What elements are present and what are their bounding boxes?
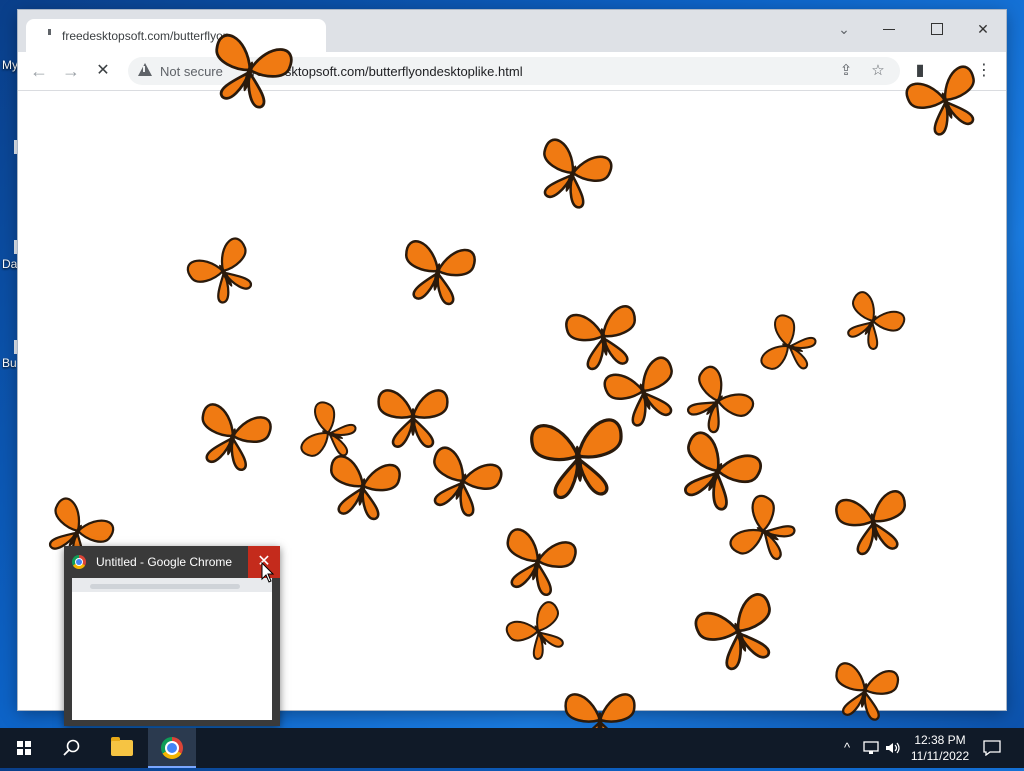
share-icon[interactable]: ⇪ [836,61,856,81]
chrome-icon [161,737,183,759]
desktop-icon-label[interactable]: My [2,58,18,72]
taskbar: ^ 12:38 PM 11/11/2022 [0,728,1024,768]
butterfly-icon [506,528,577,596]
clock[interactable]: 12:38 PM 11/11/2022 [902,732,978,764]
kebab-menu-icon[interactable]: ⋮ [974,61,994,81]
close-window-button[interactable]: ✕ [972,18,994,40]
butterfly-icon [377,389,449,448]
clock-date: 11/11/2022 [910,749,970,763]
notification-icon [983,740,1001,757]
butterfly-icon [201,403,272,471]
start-button[interactable] [0,728,48,768]
clock-time: 12:38 PM [914,733,966,747]
mouse-cursor-icon [261,562,275,583]
butterfly-icon [684,431,763,511]
butterfly-icon [530,418,623,499]
minimize-button[interactable] [878,18,900,40]
loading-favicon-icon [48,29,51,35]
butterfly-icon [186,237,252,304]
butterfly-icon [405,240,476,305]
address-bar[interactable]: Not secure freedesktopsoft.com/butterfly… [128,57,900,85]
tray-chevron-up-icon[interactable]: ^ [838,739,856,757]
desktop-icon-label[interactable]: Da [2,257,17,271]
butterfly-icon [300,401,357,457]
thumbnail-address-bar [90,584,240,589]
maximize-icon [931,23,943,35]
butterfly-icon [433,446,503,517]
side-panel-icon[interactable]: ▮ [910,61,930,81]
tab-search-chevron-icon[interactable]: ⌄ [833,18,855,40]
search-button[interactable] [48,728,96,768]
butterfly-icon [729,494,796,560]
butterfly-icon [687,365,755,434]
taskbar-thumbnail-preview[interactable]: Untitled - Google Chrome ✕ [64,546,280,726]
star-icon[interactable]: ☆ [868,61,888,81]
taskbar-file-explorer[interactable] [98,728,146,768]
browser-toolbar: ← → ✕ Not secure freedesktopsoft.com/but… [18,52,1006,91]
folder-icon [111,737,133,756]
butterfly-icon [760,314,817,370]
preview-header: Untitled - Google Chrome ✕ [64,546,280,578]
network-icon[interactable] [862,739,880,757]
desktop-icon-label[interactable]: Bu [2,356,16,370]
tab-title: freedesktopsoft.com/butterflyon [62,29,230,43]
back-button[interactable]: ← [28,60,50,82]
taskbar-google-chrome[interactable] [148,728,196,768]
minimize-icon [883,29,895,30]
title-bar[interactable]: freedesktopsoft.com/butterflyon ⌄ ✕ [18,10,1006,52]
notification-center-button[interactable] [980,736,1004,760]
butterfly-icon [694,593,771,671]
butterfly-icon [543,138,613,209]
search-icon [63,739,80,756]
stop-loading-button[interactable]: ✕ [92,60,114,82]
security-indicator[interactable]: Not secure [160,64,223,79]
butterfly-icon [330,455,401,520]
volume-icon[interactable] [884,739,902,757]
butterfly-icon [505,601,564,660]
chrome-icon [72,555,86,569]
butterfly-icon [835,490,906,555]
maximize-button[interactable] [926,18,948,40]
butterfly-icon [565,305,636,370]
preview-title: Untitled - Google Chrome [96,555,233,569]
butterfly-icon [847,291,906,350]
warning-icon[interactable] [138,63,152,76]
url-text[interactable]: freedesktopsoft.com/butterflyondesktopli… [248,64,523,79]
forward-button[interactable]: → [60,60,82,82]
windows-logo-icon [17,741,31,755]
tab-active[interactable]: freedesktopsoft.com/butterflyon [26,19,326,52]
warning-icon-mark [143,66,145,72]
preview-thumbnail[interactable] [72,578,272,720]
